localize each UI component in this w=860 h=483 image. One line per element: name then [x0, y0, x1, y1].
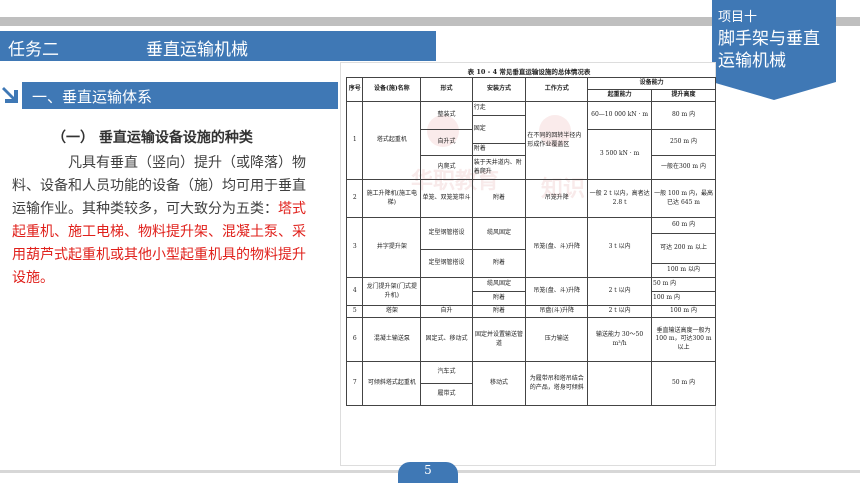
cell-no: 3	[345, 217, 364, 278]
cell-form: 汽车式	[420, 361, 473, 384]
cell-capacity: 3 t 以内	[587, 217, 653, 278]
cell-height: 100 m 内	[651, 305, 716, 318]
cell-height: 80 m 内	[651, 101, 716, 130]
cell-height: 50 m 内	[651, 277, 716, 292]
cell-height: 100 m 以内	[651, 263, 716, 278]
cell-capacity: 输送能力 30～50 m³/h	[587, 317, 653, 362]
cell-work: 在不同的回转半径内形成作业覆盖区	[525, 101, 589, 180]
cell-install: 固定	[471, 115, 527, 144]
header-form: 形式	[420, 77, 473, 102]
sub-heading: （一） 垂直运输设备设施的种类	[52, 130, 253, 146]
cell-name: 塔架	[362, 305, 422, 318]
cell-work: 吊笼(盘、斗)升降	[525, 277, 589, 306]
cell-capacity: 2 t 以内	[587, 305, 653, 318]
table-caption: 表 10 - 4 常见垂直运输设施的总体情况表	[467, 68, 591, 76]
equipment-table: 序号 设备(施)名称 形式 安装方式 工作方式 设备能力 起重能力 提升高度 1…	[345, 77, 716, 406]
cell-install: 附着	[471, 305, 527, 318]
section-title: 一、垂直运输体系	[32, 88, 153, 106]
cell-name: 可倾斜塔式起重机	[362, 361, 422, 406]
cell-height: 垂直输送高度一般为100 m，可达300 m 以上	[651, 317, 716, 362]
task-label: 任务二	[8, 40, 59, 60]
cell-form-empty	[420, 277, 473, 306]
cell-work: 吊盘(斗)升降	[525, 305, 589, 318]
header-capacity: 设备能力	[587, 77, 716, 90]
header-no: 序号	[345, 77, 364, 102]
header-work: 工作方式	[525, 77, 589, 102]
cell-capacity: 60—10 000 kN · m	[587, 101, 653, 130]
cell-height: 可达 200 m 以上	[651, 233, 716, 264]
project-title: 脚手架与垂直运输机械	[718, 29, 820, 71]
cell-form: 定型钢管搭设	[420, 217, 473, 250]
cell-install: 缆风固定	[471, 277, 527, 292]
header-lift-height: 提升高度	[651, 89, 716, 102]
cell-name: 塔式起重机	[362, 101, 422, 180]
cell-capacity-empty	[587, 361, 653, 406]
cell-form: 内爬式	[420, 155, 473, 180]
cell-form: 自升式	[420, 129, 473, 156]
cell-no: 2	[345, 179, 364, 218]
body-paragraph: 凡具有垂直（竖向）提升（或降落）物料、设备和人员功能的设备（施）均可用于垂直运输…	[12, 152, 312, 290]
cell-work: 压力输送	[525, 317, 589, 362]
cell-height: 50 m 内	[651, 361, 716, 406]
cell-install: 附着	[471, 291, 527, 306]
cell-no: 1	[345, 101, 364, 180]
cell-work: 为履带吊和塔吊结合的产品，塔身可倾斜	[525, 361, 589, 406]
header-lift-weight: 起重能力	[587, 89, 653, 102]
task-title: 垂直运输机械	[146, 40, 248, 60]
cell-install: 附着	[471, 179, 527, 218]
cell-install: 装于天井道内、附着爬升	[471, 155, 527, 180]
top-divider-bar-right	[836, 17, 860, 26]
cell-height: 一般在300 m 内	[651, 155, 716, 180]
cell-name: 龙门提升架(门式提升机)	[362, 277, 422, 306]
cell-no: 7	[345, 361, 364, 406]
cell-install: 固定并设置输送管道	[471, 317, 527, 362]
cell-form: 固定式、移动式	[420, 317, 473, 362]
cell-name: 井字提升架	[362, 217, 422, 278]
cell-name: 施工升降机(施工电梯)	[362, 179, 422, 218]
cell-no: 6	[345, 317, 364, 362]
cell-height: 一般 100 m 内，最高已达 645 m	[651, 179, 716, 218]
top-divider-bar	[0, 17, 712, 26]
cell-install: 移动式	[471, 361, 527, 406]
cell-capacity: 3 500 kN · m	[587, 129, 653, 180]
body-text-plain: 凡具有垂直（竖向）提升（或降落）物料、设备和人员功能的设备（施）均可用于垂直运输…	[12, 155, 306, 217]
cell-form: 整装式	[420, 101, 473, 130]
equipment-table-figure: 表 10 - 4 常见垂直运输设施的总体情况表 华职教育 知识 序号 设备(施)…	[340, 62, 716, 466]
cell-form: 单笼、双笼笼带斗	[420, 179, 473, 218]
cell-work: 吊笼(盘、斗)升降	[525, 217, 589, 278]
cell-no: 5	[345, 305, 364, 318]
project-tag-notch	[712, 82, 836, 100]
cell-height: 250 m 内	[651, 129, 716, 156]
cell-install: 附着	[471, 249, 527, 278]
cell-capacity: 2 t 以内	[587, 277, 653, 306]
cell-install: 缆风固定	[471, 217, 527, 250]
cell-height: 100 m 内	[651, 291, 716, 306]
cell-work: 吊笼升降	[525, 179, 589, 218]
cell-install: 行走	[471, 101, 527, 116]
project-number: 项目十	[718, 10, 758, 25]
cell-height: 60 m 内	[651, 217, 716, 234]
page-number: 5	[424, 463, 432, 477]
cell-capacity: 一般 2 t 以内，高者达 2.8 t	[587, 179, 653, 218]
arrow-icon	[2, 84, 24, 110]
header-name: 设备(施)名称	[362, 77, 422, 102]
cell-name: 混凝土输送泵	[362, 317, 422, 362]
cell-no: 4	[345, 277, 364, 306]
cell-form: 自升	[420, 305, 473, 318]
header-install: 安装方式	[471, 77, 527, 102]
cell-form: 履带式	[420, 383, 473, 406]
cell-install: 附着	[471, 143, 527, 156]
cell-form: 定型钢管搭设	[420, 249, 473, 278]
